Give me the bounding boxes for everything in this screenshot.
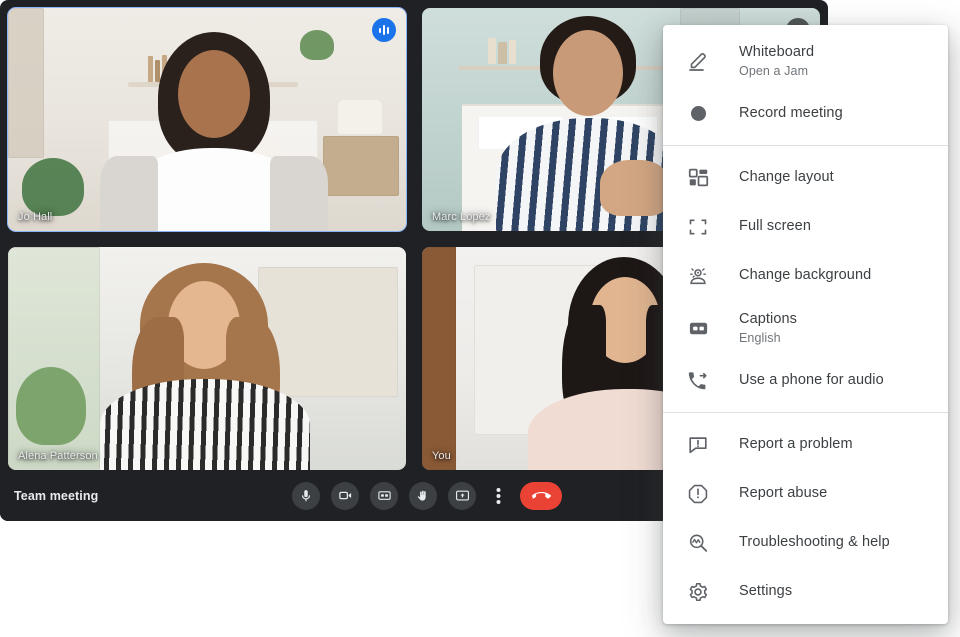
present-screen-icon — [455, 488, 470, 503]
menu-item-label: Whiteboard — [739, 43, 815, 60]
speaking-indicator-icon — [372, 18, 396, 42]
leave-call-button[interactable] — [520, 481, 562, 510]
menu-item-change-background[interactable]: Change background — [663, 251, 948, 300]
more-vertical-icon — [496, 487, 501, 505]
closed-caption-icon — [377, 488, 392, 503]
participant-name-label: Alena Patterson — [18, 450, 98, 462]
video-tile-jo-hall[interactable]: Jo Hall — [7, 7, 407, 232]
full-screen-icon — [685, 217, 711, 237]
menu-item-label: Troubleshooting & help — [739, 534, 890, 550]
mic-icon — [299, 489, 313, 503]
menu-item-label: Report abuse — [739, 485, 828, 501]
video-tile-alena-patterson[interactable]: Alena Patterson — [8, 247, 406, 470]
closed-caption-icon — [685, 317, 711, 340]
change-background-icon — [685, 265, 711, 287]
menu-item-change-layout[interactable]: Change layout — [663, 153, 948, 202]
menu-item-settings[interactable]: Settings — [663, 567, 948, 616]
hand-icon — [416, 489, 430, 503]
record-circle-icon — [685, 106, 711, 121]
phone-audio-icon — [685, 370, 711, 392]
participant-video-feed — [8, 247, 406, 470]
more-options-menu: Whiteboard Open a Jam Record meeting Cha… — [663, 25, 948, 624]
participant-name-label: You — [432, 450, 451, 462]
screenshot-root: Jo Hall Marc Lopez Alena Patterson You T… — [0, 0, 960, 637]
camera-icon — [338, 488, 353, 503]
menu-divider — [663, 145, 948, 146]
meeting-title: Team meeting — [14, 488, 99, 503]
participant-name-label: Marc Lopez — [432, 211, 491, 223]
meeting-controls — [292, 481, 562, 510]
raise-hand-button[interactable] — [409, 481, 437, 510]
captions-button[interactable] — [370, 481, 398, 510]
present-screen-button[interactable] — [448, 481, 476, 510]
report-problem-icon — [685, 434, 711, 456]
settings-gear-icon — [685, 581, 711, 603]
whiteboard-pen-icon — [685, 49, 711, 73]
change-layout-icon — [685, 167, 711, 188]
menu-item-whiteboard[interactable]: Whiteboard Open a Jam — [663, 33, 948, 89]
menu-item-label: Settings — [739, 583, 793, 599]
menu-item-sublabel: Open a Jam — [739, 63, 809, 78]
more-options-button[interactable] — [487, 482, 509, 510]
end-call-icon — [531, 486, 551, 505]
menu-item-label: Change layout — [739, 169, 834, 185]
menu-item-use-a-phone-for-audio[interactable]: Use a phone for audio — [663, 356, 948, 405]
menu-item-label: Use a phone for audio — [739, 372, 884, 388]
menu-item-label: Captions — [739, 310, 798, 327]
menu-divider — [663, 412, 948, 413]
participant-video-feed — [8, 8, 406, 231]
participant-name-label: Jo Hall — [18, 211, 53, 223]
microphone-button[interactable] — [292, 481, 320, 510]
menu-item-label: Report a problem — [739, 436, 853, 452]
menu-item-report-a-problem[interactable]: Report a problem — [663, 420, 948, 469]
menu-item-report-abuse[interactable]: Report abuse — [663, 469, 948, 518]
menu-item-label: Change background — [739, 267, 872, 283]
menu-item-label: Full screen — [739, 218, 812, 234]
menu-item-label: Record meeting — [739, 105, 843, 121]
camera-button[interactable] — [331, 481, 359, 510]
menu-item-record-meeting[interactable]: Record meeting — [663, 89, 948, 138]
troubleshooting-icon — [685, 532, 711, 554]
menu-item-sublabel: English — [739, 330, 781, 345]
menu-item-full-screen[interactable]: Full screen — [663, 202, 948, 251]
menu-item-troubleshooting-help[interactable]: Troubleshooting & help — [663, 518, 948, 567]
menu-item-captions[interactable]: Captions English — [663, 300, 948, 356]
report-abuse-icon — [685, 483, 711, 505]
